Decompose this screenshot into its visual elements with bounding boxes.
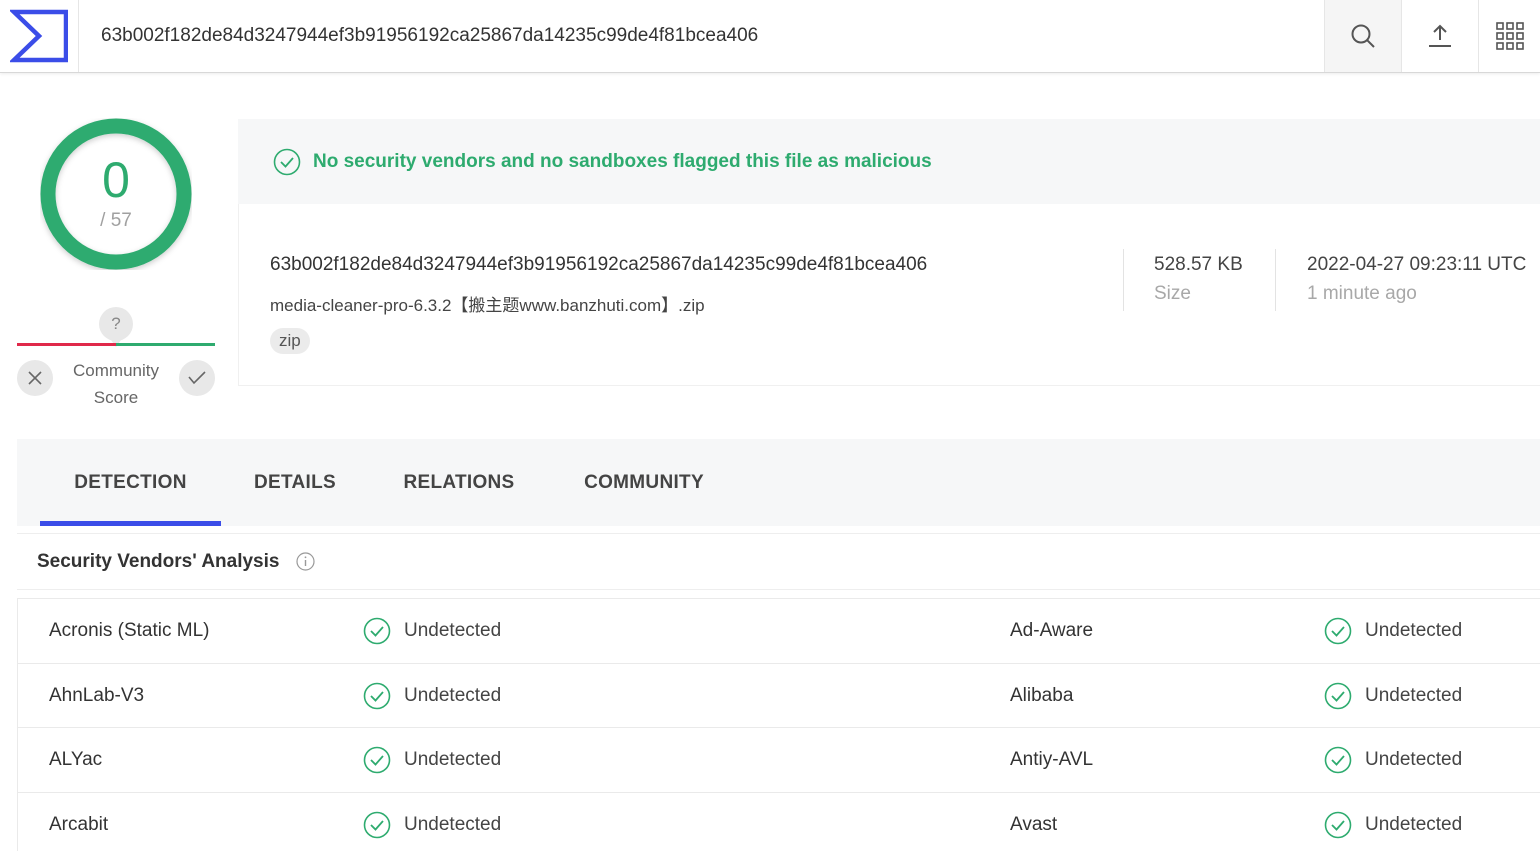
- vote-malicious-button[interactable]: [17, 360, 53, 396]
- file-size-label: Size: [1154, 283, 1191, 304]
- file-info-panel: 63b002f182de84d3247944ef3b91956192ca2586…: [238, 204, 1540, 386]
- community-bar-positive: [116, 343, 215, 346]
- community-score-label: Community Score: [73, 361, 159, 407]
- tab-details[interactable]: DETAILS: [231, 439, 359, 526]
- check-circle-icon: [1324, 746, 1352, 774]
- analysis-date-relative: 1 minute ago: [1307, 283, 1417, 304]
- search-icon: [1351, 24, 1375, 48]
- check-circle-icon: [363, 746, 391, 774]
- apps-grid-icon: [1495, 22, 1524, 50]
- vendor-name: Alibaba: [1010, 684, 1074, 706]
- vendors-analysis-header: Security Vendors' Analysis: [17, 533, 1540, 590]
- check-circle-icon: [363, 682, 391, 709]
- vendor-name: Acronis (Static ML): [49, 620, 210, 641]
- check-circle-icon: [1324, 811, 1352, 838]
- vendor-name: Avast: [1010, 813, 1058, 835]
- upload-icon: [1429, 24, 1451, 47]
- table-row: AhnLab-V3 Undetected Alibaba Undetected: [18, 664, 1540, 728]
- vendor-name: Arcabit: [49, 813, 109, 835]
- file-name: media-cleaner-pro-6.3.2【搬主题www.banzhuti.…: [270, 296, 705, 315]
- check-circle-icon: [1324, 682, 1352, 709]
- vendor-result: Undetected: [363, 728, 501, 792]
- table-row: Arcabit Undetected Avast Undetected: [18, 793, 1540, 851]
- upload-button[interactable]: [1401, 0, 1478, 72]
- search-input[interactable]: [79, 0, 1324, 72]
- check-circle-icon: [273, 148, 301, 175]
- check-icon: [188, 371, 206, 385]
- apps-button[interactable]: [1478, 0, 1540, 72]
- info-icon[interactable]: [296, 552, 316, 571]
- logo-icon[interactable]: [0, 0, 79, 72]
- vote-harmless-button[interactable]: [179, 360, 215, 396]
- community-bar-negative: [17, 343, 116, 346]
- detection-total: / 57: [100, 210, 132, 231]
- community-score: ? Community Score: [17, 305, 215, 407]
- vendors-table: Acronis (Static ML) Undetected Ad-Aware …: [17, 598, 1540, 851]
- report-tabs: DETECTION DETAILS RELATIONS COMMUNITY: [17, 439, 1540, 526]
- analysis-date-value: 2022-04-27 09:23:11 UTC: [1307, 254, 1527, 275]
- file-size-value: 528.57 KB: [1154, 254, 1243, 275]
- verdict-banner: No security vendors and no sandboxes fla…: [238, 119, 1540, 204]
- verdict-message: No security vendors and no sandboxes fla…: [313, 150, 932, 172]
- vendor-name: Ad-Aware: [1010, 620, 1094, 641]
- vendor-result: Undetected: [1324, 793, 1462, 851]
- detection-count: 0: [102, 152, 130, 208]
- file-hash: 63b002f182de84d3247944ef3b91956192ca2586…: [270, 254, 928, 275]
- search-button[interactable]: [1324, 0, 1401, 72]
- check-circle-icon: [363, 811, 391, 838]
- vendor-name: AhnLab-V3: [49, 684, 145, 706]
- section-title: Security Vendors' Analysis: [37, 550, 280, 572]
- vendor-result: Undetected: [363, 599, 501, 663]
- vendor-result: Undetected: [1324, 664, 1462, 728]
- file-type-tag[interactable]: zip: [270, 328, 310, 354]
- top-bar: [0, 0, 1540, 73]
- vendor-name: Antiy-AVL: [1010, 749, 1094, 770]
- vendor-result: Undetected: [1324, 728, 1462, 792]
- check-circle-icon: [363, 617, 391, 645]
- tab-community[interactable]: COMMUNITY: [559, 439, 729, 526]
- divider: [1123, 249, 1124, 311]
- close-icon: [28, 371, 42, 385]
- check-circle-icon: [1324, 617, 1352, 645]
- table-row: ALYac Undetected Antiy-AVL Undetected: [18, 728, 1540, 793]
- divider: [1275, 249, 1276, 311]
- tab-relations[interactable]: RELATIONS: [379, 439, 539, 526]
- vendor-result: Undetected: [363, 664, 501, 728]
- tab-detection[interactable]: DETECTION: [40, 439, 221, 526]
- vendor-result: Undetected: [363, 793, 501, 851]
- vendor-name: ALYac: [49, 749, 103, 770]
- vendor-result: Undetected: [1324, 599, 1462, 663]
- community-score-indicator: ?: [99, 307, 133, 347]
- table-row: Acronis (Static ML) Undetected Ad-Aware …: [18, 599, 1540, 664]
